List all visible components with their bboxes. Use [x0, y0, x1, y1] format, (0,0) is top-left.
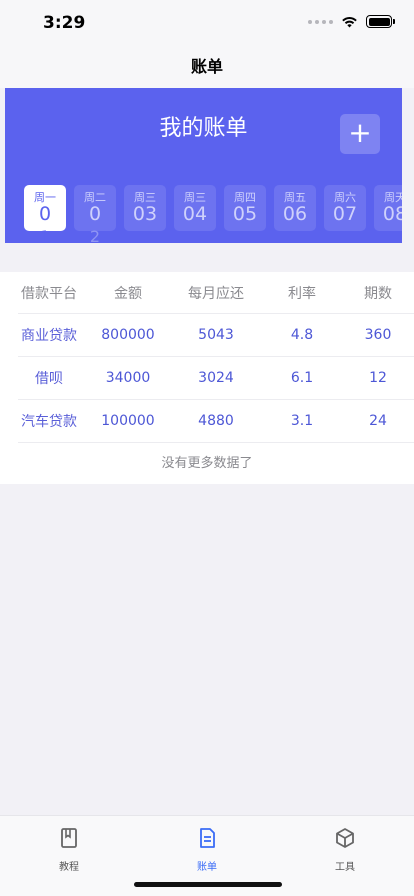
- day-name: 周三: [184, 191, 206, 204]
- term-cell: 24: [369, 413, 387, 429]
- term-cell: 360: [364, 327, 392, 343]
- day-item[interactable]: 周三 03: [124, 185, 166, 231]
- bill-icon: [200, 828, 215, 848]
- signal-icon: [308, 19, 333, 24]
- tab-label: 账单: [197, 862, 217, 873]
- column-header: 金额: [114, 285, 142, 302]
- day-number: 07: [332, 203, 358, 225]
- status-time: 3:29: [43, 13, 86, 33]
- day-item[interactable]: 周二 0 2: [74, 185, 116, 243]
- platform-cell: 商业贷款: [21, 328, 77, 344]
- day-number: 03: [132, 203, 158, 225]
- rate-cell: 4.8: [290, 327, 314, 343]
- day-number-overflow: 1: [39, 227, 51, 244]
- monthly-payment-cell: 5043: [198, 327, 234, 343]
- page-title: 账单: [190, 57, 223, 76]
- day-number-overflow: 2: [89, 227, 101, 244]
- box-icon: [336, 828, 354, 848]
- day-name: 周一: [34, 191, 56, 204]
- table-row[interactable]: 借呗 34000 3024 6.1 12: [18, 357, 414, 400]
- add-bill-button[interactable]: +: [340, 114, 380, 154]
- term-cell: 12: [369, 370, 387, 386]
- table-header: 借款平台 金额 每月应还 利率 期数: [18, 272, 414, 314]
- day-item[interactable]: 周三 04: [174, 185, 216, 231]
- rate-cell: 3.1: [290, 413, 314, 429]
- platform-cell: 汽车贷款: [21, 414, 77, 430]
- day-selector: 周一 0 1 周二 0 2 周三 03 周三 04 周四 05 周五 06 周六…: [24, 185, 402, 243]
- day-number: 08: [382, 203, 402, 225]
- day-name: 周天: [384, 191, 402, 204]
- status-icons: [308, 15, 395, 28]
- day-number: 05: [232, 203, 258, 225]
- day-number: 04: [182, 203, 208, 225]
- tab-tutorial[interactable]: 教程: [0, 816, 138, 896]
- home-indicator: [134, 882, 282, 887]
- table-row[interactable]: 汽车贷款 100000 4880 3.1 24: [18, 400, 414, 443]
- nav-bar: 账单: [0, 46, 414, 88]
- day-name: 周六: [334, 191, 356, 204]
- day-name: 周五: [284, 191, 306, 204]
- tab-tools[interactable]: 工具: [276, 816, 414, 896]
- bill-banner: 我的账单 + 周一 0 1 周二 0 2 周三 03 周三 04 周四 05 周…: [5, 88, 402, 243]
- day-item[interactable]: 周天 08: [374, 185, 402, 231]
- tab-label: 教程: [59, 862, 79, 873]
- loan-table: 借款平台 金额 每月应还 利率 期数 商业贷款 800000 5043 4.8 …: [0, 272, 414, 484]
- day-item[interactable]: 周六 07: [324, 185, 366, 231]
- column-header: 期数: [364, 285, 392, 302]
- day-item[interactable]: 周四 05: [224, 185, 266, 231]
- day-name: 周二: [84, 191, 106, 204]
- no-more-data-text: 没有更多数据了: [161, 456, 253, 471]
- platform-cell: 借呗: [35, 371, 63, 387]
- rate-cell: 6.1: [290, 370, 314, 386]
- amount-cell: 800000: [101, 327, 155, 343]
- table-row[interactable]: 商业贷款 800000 5043 4.8 360: [18, 314, 414, 357]
- wifi-icon: [342, 16, 357, 27]
- column-header: 利率: [288, 285, 316, 302]
- amount-cell: 34000: [105, 370, 151, 386]
- battery-icon: [366, 15, 395, 28]
- monthly-payment-cell: 3024: [198, 370, 234, 386]
- day-name: 周四: [234, 191, 256, 204]
- tab-label: 工具: [335, 862, 355, 873]
- monthly-payment-cell: 4880: [198, 413, 234, 429]
- day-item[interactable]: 周一 0 1: [24, 185, 66, 243]
- column-header: 每月应还: [188, 285, 244, 302]
- day-number: 0: [38, 203, 52, 225]
- status-bar: 3:29: [0, 0, 414, 46]
- day-number: 0: [88, 203, 102, 225]
- day-name: 周三: [134, 191, 156, 204]
- amount-cell: 100000: [101, 413, 155, 429]
- day-item[interactable]: 周五 06: [274, 185, 316, 231]
- day-number: 06: [282, 203, 308, 225]
- column-header: 借款平台: [21, 285, 77, 302]
- book-icon: [61, 828, 77, 848]
